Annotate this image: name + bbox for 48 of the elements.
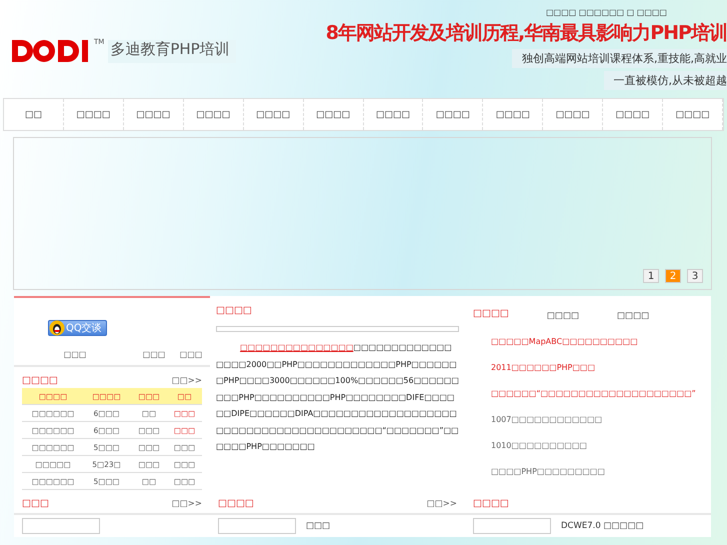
nav-item[interactable]: □□□□ [543,99,604,130]
field-label: □□□ [306,521,330,531]
intro-paragraph: □□□□□□□□□□□□□□□□□□□□□□□□□□□□□□□□2000□□PHP□□□□□□□□□□□□□PHP□□□□□□□PHP□□□□3000□□□□□□100%□□□□□□56□□□□□□□□□PHP□□□□□□□□□□PHP□□□□□□□□DIFE□□□□□□DIPE□□□□□□DIPA□□□□□□□□□□□□□□□□□□□□□□□□□□□□□□□□□□□□□□□□□“□□□□□□□”□□□□□□PHP□□□□□□□ [216,342,459,453]
news-tab[interactable]: □□□□ [546,305,580,321]
more-link[interactable]: □□>> [172,376,202,386]
nav-item[interactable]: □□□□ [483,99,544,130]
nav-item[interactable]: □□□□ [64,99,124,130]
news-link[interactable]: 1007□□□□□□□□□□□□ [491,414,602,425]
nav-item[interactable]: □□□□ [124,99,184,130]
stat-label: □□□ [142,350,166,359]
nav-item[interactable]: □□□□ [663,99,724,130]
news-link[interactable]: □□□□PHP□□□□□□□□□ [491,466,605,477]
stat-label: □□□ [62,350,88,359]
pager-button[interactable]: 1 [643,269,659,283]
section-title: □□□□ [218,498,254,509]
stat-label: □□□ [178,350,204,359]
penguin-icon [49,320,65,336]
news-tab[interactable]: □□□□ [617,305,650,321]
section-title: □□□□ [22,375,58,386]
section-title: □□□□ [473,308,509,318]
tagline: 一直被模仿,从未被超越 [604,71,727,90]
input-field[interactable] [22,518,100,534]
section-title: □□□□ [215,304,253,316]
nav-item[interactable]: □□□□ [603,99,664,130]
input-field[interactable] [218,518,296,534]
news-link[interactable]: 2011□□□□□□PHP□□□ [491,362,596,373]
logo-icon [10,38,90,64]
nav-item[interactable]: □□□□ [364,99,424,130]
logo-text: 多迪教育PHP培训 [108,40,236,62]
input-field[interactable] [473,518,551,534]
nav-item[interactable]: □□□□ [304,99,364,130]
news-link[interactable]: 1010□□□□□□□□□□ [491,440,587,451]
pager-button[interactable]: 3 [687,269,703,283]
section-title: □□□□ [473,498,509,509]
more-link[interactable]: □□>> [426,498,457,508]
top-links[interactable]: □□□□ □□□□□□ □ □□□□ [546,8,727,17]
news-link[interactable]: □□□□□MapABC□□□□□□□□□□ [491,336,638,347]
nav-item[interactable]: □□□□ [423,99,484,130]
section-title: □□□ [22,498,49,509]
more-link[interactable]: □□>> [172,498,202,508]
slogan: 8年网站开发及培训历程,华南最具影响力PHP培训 [326,21,727,46]
nav-item[interactable]: □□□□ [244,99,304,130]
nav-item[interactable]: □□ [4,99,64,130]
news-link[interactable]: □□□□□□“□□□□□□□□□□□□□□□□□□□□” [491,388,696,399]
field-label: DCWE7.0 □□□□□ [561,521,644,531]
intro-link[interactable]: □□□□□□□□□□□□□□□ [240,343,354,352]
tagline: 独创高端网站培训课程体系,重技能,高就业 [512,49,727,68]
nav-item[interactable]: □□□□ [184,99,244,130]
